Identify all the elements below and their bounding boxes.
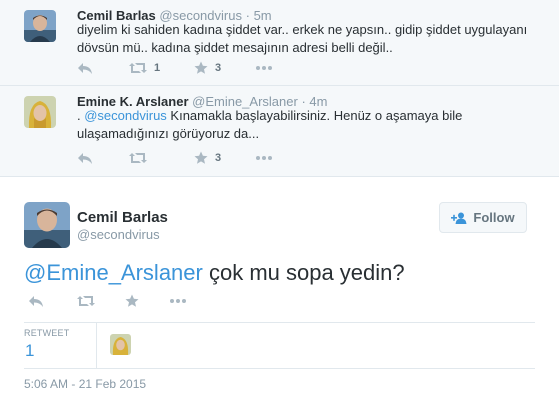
more-dots-icon (170, 299, 186, 303)
text-rest: çok mu sopa yedin? (202, 260, 405, 285)
reply-arrow-icon (78, 153, 92, 164)
follow-button[interactable]: Follow (439, 202, 527, 233)
more-button[interactable] (170, 299, 186, 303)
avatar[interactable] (24, 10, 56, 42)
favorite-count: 3 (215, 62, 222, 74)
retweet-count: 1 (154, 62, 161, 74)
tweet-actions: 3 (77, 148, 272, 168)
more-button[interactable] (256, 66, 272, 70)
reply-button[interactable] (77, 151, 129, 165)
retweet-button[interactable] (129, 152, 194, 164)
retweet-button[interactable] (77, 295, 125, 307)
mention-link[interactable]: @Emine_Arslaner (24, 260, 203, 285)
reply-arrow-icon (29, 296, 43, 307)
star-icon (194, 151, 208, 164)
tweet-stats: RETWEET 1 (24, 322, 535, 369)
tweet-text: @Emine_Arslaner çok mu sopa yedin? (24, 260, 405, 286)
tweet-actions: 1 3 (77, 58, 272, 78)
tweet-text: diyelim ki sahiden kadına şiddet var.. e… (77, 22, 528, 55)
retweet-icon (77, 296, 95, 306)
avatar[interactable] (24, 96, 56, 128)
tweet-item[interactable]: Emine K. Arslaner @Emine_Arslaner · 4m .… (0, 86, 559, 177)
author-name[interactable]: Cemil Barlas (77, 209, 168, 226)
star-icon (194, 61, 208, 74)
tweet-timestamp[interactable]: 5:06 AM - 21 Feb 2015 (24, 377, 146, 391)
retweeter-avatar[interactable] (110, 334, 131, 355)
reply-button[interactable] (28, 294, 77, 308)
stats-divider (96, 323, 97, 368)
more-dots-icon (256, 156, 272, 160)
star-icon (125, 294, 139, 307)
reply-button[interactable] (77, 61, 129, 75)
conversation-thread: Cemil Barlas @secondvirus · 5m diyelim k… (0, 0, 559, 177)
retweets-label: RETWEET (24, 328, 70, 338)
favorite-button[interactable]: 3 (194, 151, 256, 165)
add-user-icon (451, 212, 467, 224)
retweet-button[interactable]: 1 (129, 62, 194, 74)
tweet-item[interactable]: Cemil Barlas @secondvirus · 5m diyelim k… (0, 0, 559, 86)
favorite-count: 3 (215, 152, 222, 164)
favorite-button[interactable]: 3 (194, 61, 256, 75)
tweet-actions (28, 294, 186, 308)
tweet-text: . @secondvirus Kınamakla başlayabilirsin… (77, 107, 537, 143)
mention-link[interactable]: @secondvirus (84, 108, 167, 123)
favorite-button[interactable] (125, 294, 170, 308)
retweet-icon (129, 153, 147, 163)
retweets-count[interactable]: 1 (25, 341, 34, 361)
more-button[interactable] (256, 156, 272, 160)
follow-label: Follow (473, 210, 515, 225)
more-dots-icon (256, 66, 272, 70)
author-handle[interactable]: @secondvirus (77, 227, 160, 242)
permalink-tweet: Cemil Barlas @secondvirus Follow @Emine_… (0, 178, 559, 405)
reply-arrow-icon (78, 63, 92, 74)
retweet-icon (129, 63, 147, 73)
avatar[interactable] (24, 202, 70, 248)
